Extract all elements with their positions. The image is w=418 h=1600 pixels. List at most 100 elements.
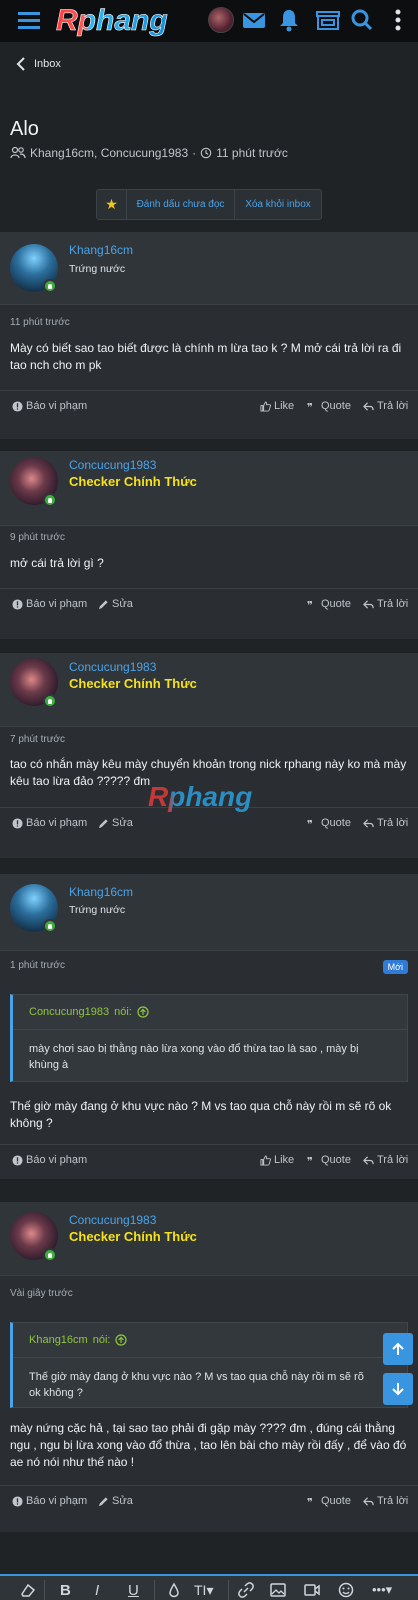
message-user-block: Concucung1983 Checker Chính Thức <box>0 653 418 727</box>
reply-button[interactable]: Trả lời <box>363 598 408 610</box>
link-icon[interactable] <box>238 1580 254 1600</box>
more-options-button[interactable]: •••▾ <box>372 1580 392 1600</box>
reply-button[interactable]: Trả lời <box>363 1495 408 1507</box>
svg-text:Rphang: Rphang <box>56 4 168 37</box>
user-avatar[interactable] <box>208 7 234 33</box>
underline-button[interactable]: U <box>128 1580 139 1600</box>
message-body: mày nứng cặc hả , tại sao tao phải đi gặ… <box>10 1421 407 1469</box>
quote-button[interactable]: ❞ Quote <box>307 817 351 829</box>
more-vertical-icon[interactable] <box>384 6 412 34</box>
color-drop-icon[interactable] <box>166 1580 182 1600</box>
username[interactable]: Concucung1983 <box>69 1213 156 1227</box>
quote-label: Quote <box>321 1495 351 1507</box>
video-icon[interactable] <box>304 1580 320 1600</box>
message-time[interactable]: Vài giây trước <box>10 1288 73 1299</box>
quote-header[interactable]: Concucung1983 nói: <box>29 1006 149 1018</box>
thumbs-up-icon <box>260 400 271 412</box>
like-button[interactable]: Like <box>260 400 294 412</box>
quote-button[interactable]: ❞ Quote <box>307 1495 351 1507</box>
message-time[interactable]: 1 phút trước <box>10 960 65 971</box>
message-time[interactable]: 11 phút trước <box>10 317 70 328</box>
smiley-icon[interactable] <box>338 1580 354 1600</box>
edit-label: Sửa <box>112 598 133 610</box>
divider <box>13 1357 407 1358</box>
reply-button[interactable]: Trả lời <box>363 400 408 412</box>
report-button[interactable]: Báo vi phạm <box>12 1495 87 1507</box>
report-label: Báo vi phạm <box>26 817 88 829</box>
divider <box>0 588 418 589</box>
mark-unread-button[interactable]: Đánh dấu chưa đọc <box>127 190 235 219</box>
reply-button[interactable]: Trả lời <box>363 817 408 829</box>
text-size-button[interactable]: TI▾ <box>194 1580 213 1600</box>
image-icon[interactable] <box>270 1580 286 1600</box>
star-button[interactable]: ★ <box>97 190 127 219</box>
toolbar-separator <box>154 1580 155 1600</box>
bell-icon[interactable] <box>275 6 303 34</box>
message-body: mở cái trả lời gì ? <box>10 556 104 570</box>
pencil-icon <box>98 818 108 828</box>
message: Concucung1983 Checker Chính Thức Vài giâ… <box>0 1202 418 1532</box>
quote-button[interactable]: ❞ Quote <box>307 400 351 412</box>
like-button[interactable]: Like <box>260 1154 294 1166</box>
quote-block: Khang16cm nói: Thế giờ mày đang ở khu vự… <box>10 1322 408 1408</box>
arrow-up-icon <box>392 1342 404 1355</box>
toolbar-separator <box>228 1580 229 1600</box>
report-button[interactable]: Báo vi phạm <box>12 817 87 829</box>
message-user-block: Khang16cm Trứng nước <box>0 232 418 305</box>
message-time[interactable]: 9 phút trước <box>10 532 65 543</box>
participants[interactable]: Khang16cm, Concucung1983 <box>30 146 188 160</box>
store-icon[interactable] <box>314 6 342 34</box>
alert-circle-icon <box>12 1154 23 1166</box>
like-label: Like <box>274 1154 295 1166</box>
username[interactable]: Khang16cm <box>69 243 133 257</box>
eraser-icon[interactable] <box>20 1580 36 1600</box>
user-title: Trứng nước <box>69 904 126 916</box>
message-time[interactable]: 7 phút trước <box>10 734 65 745</box>
username[interactable]: Concucung1983 <box>69 660 156 674</box>
svg-text:❞: ❞ <box>307 401 313 412</box>
quote-button[interactable]: ❞ Quote <box>307 598 351 610</box>
reply-button[interactable]: Trả lời <box>363 1154 408 1166</box>
scroll-to-top-button[interactable] <box>383 1333 413 1365</box>
message-body: Thế giờ mày đang ở khu vực nào ? M vs ta… <box>10 1099 392 1130</box>
divider <box>13 1029 407 1030</box>
edit-button[interactable]: Sửa <box>98 598 133 610</box>
quote-said-label: nói: <box>92 1334 111 1346</box>
quote-label: Quote <box>321 598 351 610</box>
edit-button[interactable]: Sửa <box>98 1495 133 1507</box>
username[interactable]: Concucung1983 <box>69 458 156 472</box>
user-title: Checker Chính Thức <box>69 676 197 691</box>
message-user-block: Concucung1983 Checker Chính Thức <box>0 451 418 526</box>
new-badge: Mới <box>382 960 408 974</box>
svg-text:❞: ❞ <box>307 1155 313 1166</box>
message-gap <box>0 639 418 653</box>
reply-icon <box>363 1155 374 1165</box>
remove-from-inbox-button[interactable]: Xóa khỏi inbox <box>235 190 321 219</box>
message-body: Mày có biết sao tao biết được là chính m… <box>10 341 402 372</box>
quote-author: Concucung1983 <box>29 1006 110 1018</box>
site-logo[interactable]: Rphang <box>54 2 186 38</box>
scroll-to-bottom-button[interactable] <box>383 1373 413 1405</box>
bold-button[interactable]: B <box>60 1580 71 1600</box>
message-user-block: Concucung1983 Checker Chính Thức <box>0 1202 418 1276</box>
report-button[interactable]: Báo vi phạm <box>12 1154 87 1166</box>
online-status-icon <box>43 493 57 507</box>
clock-icon <box>200 147 212 159</box>
site-watermark-logo: Rphang <box>148 781 252 812</box>
italic-button[interactable]: I <box>95 1580 99 1600</box>
quote-button[interactable]: ❞ Quote <box>307 1154 351 1166</box>
username[interactable]: Khang16cm <box>69 885 133 899</box>
search-icon[interactable] <box>348 6 376 34</box>
quote-header[interactable]: Khang16cm nói: <box>29 1334 128 1346</box>
back-to-inbox-link[interactable]: Inbox <box>16 56 61 72</box>
report-button[interactable]: Báo vi phạm <box>12 598 87 610</box>
hamburger-menu-icon[interactable] <box>18 10 40 30</box>
mail-icon[interactable] <box>240 6 268 34</box>
report-button[interactable]: Báo vi phạm <box>12 400 87 412</box>
thumbs-up-icon <box>260 1154 271 1166</box>
reply-icon <box>363 1496 374 1506</box>
edit-button[interactable]: Sửa <box>98 817 133 829</box>
report-label: Báo vi phạm <box>26 400 88 412</box>
quote-body: Thế giờ mày đang ở khu vực nào ? M vs ta… <box>29 1371 364 1399</box>
divider <box>0 1144 418 1145</box>
